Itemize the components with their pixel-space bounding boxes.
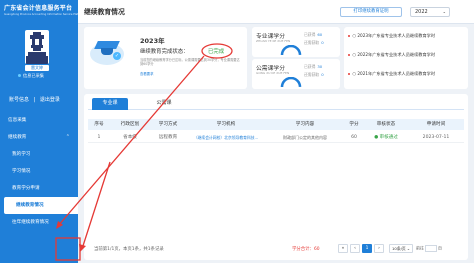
- news-item[interactable]: ○ 2023年广东省专业技术人员继续教育学时: [348, 33, 435, 39]
- brand-subtitle: Guangdong Province Accounting Informatio…: [4, 13, 78, 16]
- brand: 广东省会计信息服务平台 Guangdong Province Accountin…: [0, 0, 78, 18]
- status-badge: 已完成: [208, 49, 225, 55]
- credit-gauge-icon: [280, 77, 302, 87]
- news-item[interactable]: ○ 2022年广东省专业技术人员继续教育学时: [348, 52, 435, 58]
- sidebar-item-my-study[interactable]: 我的学习: [0, 146, 78, 163]
- col-header-credit: 学分: [349, 122, 359, 127]
- credit-pinyin: ZHUAN YE KE XUE FEN: [256, 39, 291, 43]
- status-label: 继续教育完成状态：: [140, 49, 189, 55]
- sidebar-item-credit-application[interactable]: 教育学分申请: [0, 180, 78, 197]
- chevron-up-icon: ⌃: [65, 134, 70, 140]
- cell-credit: 60: [351, 135, 357, 140]
- chevron-down-icon: ⌄: [442, 9, 446, 14]
- col-header-review-status: 审核状态: [376, 122, 396, 127]
- credit-records-card: 专业课 公需课 序号 行政区划 学习方式 学习机构 学习内容 学分 审核状态 申…: [84, 94, 468, 260]
- credit-earned: 已获得 30: [304, 64, 323, 69]
- brand-title: 广东省会计信息服务平台: [4, 5, 73, 12]
- print-certificate-button[interactable]: 打印继续教育证明: [340, 7, 402, 17]
- first-page-button[interactable]: «: [338, 244, 348, 253]
- professional-credit-card: 专业课学分 ZHUAN YE KE XUE FEN 已获得 60 还需获取 0: [252, 27, 340, 57]
- sidebar-item-info-collection[interactable]: 信息采集: [0, 112, 78, 129]
- pagination-summary: 当前第1/1页，本页1条，共1条记录: [94, 247, 164, 252]
- next-page-button[interactable]: ›: [374, 244, 384, 253]
- sidebar-item-education-status[interactable]: 继续教育情况: [4, 197, 78, 214]
- tab-public[interactable]: 公需课: [148, 98, 180, 110]
- cell-review-status: ● 审核通过: [374, 135, 398, 140]
- goto-page-input[interactable]: [425, 245, 437, 252]
- status-note: 当前您的继续教育学分已达标，公需课需要达到30学分，专业课需要达到60学分: [140, 58, 240, 66]
- status-dot-icon: [18, 74, 21, 77]
- goto-page: 前往页: [416, 245, 442, 252]
- user-status: 信息已采集: [18, 73, 44, 79]
- credit-gauge-icon: [280, 45, 302, 55]
- avatar: [25, 30, 49, 64]
- sidebar-item-continuing-education[interactable]: 继续教育 ⌃: [0, 129, 78, 146]
- col-header-apply-time: 申请时间: [426, 122, 446, 127]
- sidebar: 广东省会计信息服务平台 Guangdong Province Accountin…: [0, 0, 78, 263]
- news-card: ○ 2023年广东省专业技术人员继续教育学时 ○ 2022年广东省专业技术人员继…: [344, 27, 468, 89]
- page-title: 继续教育情况: [84, 8, 125, 16]
- cell-institution: （继续会计网校）北京领导教育科技...: [193, 135, 259, 140]
- tab-professional[interactable]: 专业课: [92, 98, 128, 110]
- page-1-button[interactable]: 1: [362, 244, 372, 253]
- col-header-region: 行政区划: [120, 122, 140, 127]
- table-row[interactable]: 1 省本级 远程教育 （继续会计网校）北京领导教育科技... 财政部门公定的其他…: [88, 132, 464, 143]
- sidebar-item-past-education[interactable]: 往年继续教育情况: [0, 214, 78, 231]
- cell-region: 省本级: [123, 135, 137, 140]
- cell-content: 财政部门公定的其他内容: [283, 135, 327, 140]
- bullet-icon: [348, 34, 351, 38]
- credit-earned: 已获得 60: [304, 32, 323, 37]
- col-header-content: 学习内容: [295, 122, 315, 127]
- public-credit-card: 公需课学分 GONG XU KE XUE FEN 已获得 30 还需获取 0: [252, 59, 340, 89]
- col-header-index: 序号: [94, 122, 104, 127]
- news-item[interactable]: ○ 2021年广东省专业技术人员继续教育学时: [348, 71, 435, 77]
- header: 继续教育情况 打印继续教育证明 2022 ⌄: [78, 0, 474, 24]
- graduation-cap-icon: ✓: [90, 37, 124, 65]
- col-header-method: 学习方式: [158, 122, 178, 127]
- user-name: 雷文婷: [25, 65, 49, 71]
- col-header-institution: 学习机构: [216, 122, 236, 127]
- course-tabs: 专业课 公需课: [88, 98, 464, 110]
- credit-needed: 还需获取 0: [304, 40, 324, 45]
- year-select[interactable]: 2022 ⌄: [410, 7, 450, 17]
- credit-pinyin: GONG XU KE XUE FEN: [256, 71, 290, 75]
- link-divider: |: [33, 97, 36, 103]
- status-year: 2023年: [140, 37, 165, 45]
- bullet-icon: [348, 53, 351, 57]
- account-links: 账号信息 | 退出登录: [9, 96, 63, 103]
- cell-index: 1: [97, 135, 101, 140]
- completion-status-card: ✓ 2023年 继续教育完成状态： 已完成 当前您的继续教育学分已达标，公需课需…: [84, 27, 247, 89]
- prev-page-button[interactable]: ‹: [350, 244, 360, 253]
- table-header: 序号 行政区划 学习方式 学习机构 学习内容 学分 审核状态 申请时间: [88, 119, 464, 130]
- bullet-icon: [348, 72, 351, 76]
- table-footer: 当前第1/1页，本页1条，共1条记录 学分合计：60 « ‹ 1 › » 10条…: [88, 244, 464, 255]
- credit-total: 学分合计：60: [292, 247, 320, 252]
- credit-needed: 还需获取 0: [304, 72, 324, 77]
- page-size-select[interactable]: 10条/页 ⌄: [389, 244, 413, 253]
- view-requirements-link[interactable]: 查看要求: [140, 71, 154, 76]
- sidebar-item-study-status[interactable]: 学习情况: [0, 163, 78, 180]
- logout-link[interactable]: 退出登录: [40, 97, 60, 103]
- cell-method: 远程教育: [158, 135, 178, 140]
- side-menu: 信息采集 继续教育 ⌃ 我的学习 学习情况 教育学分申请 继续教育情况 往年继续…: [0, 112, 78, 231]
- cell-apply-time: 2023-07-11: [422, 135, 450, 140]
- account-info-link[interactable]: 账号信息: [9, 97, 29, 103]
